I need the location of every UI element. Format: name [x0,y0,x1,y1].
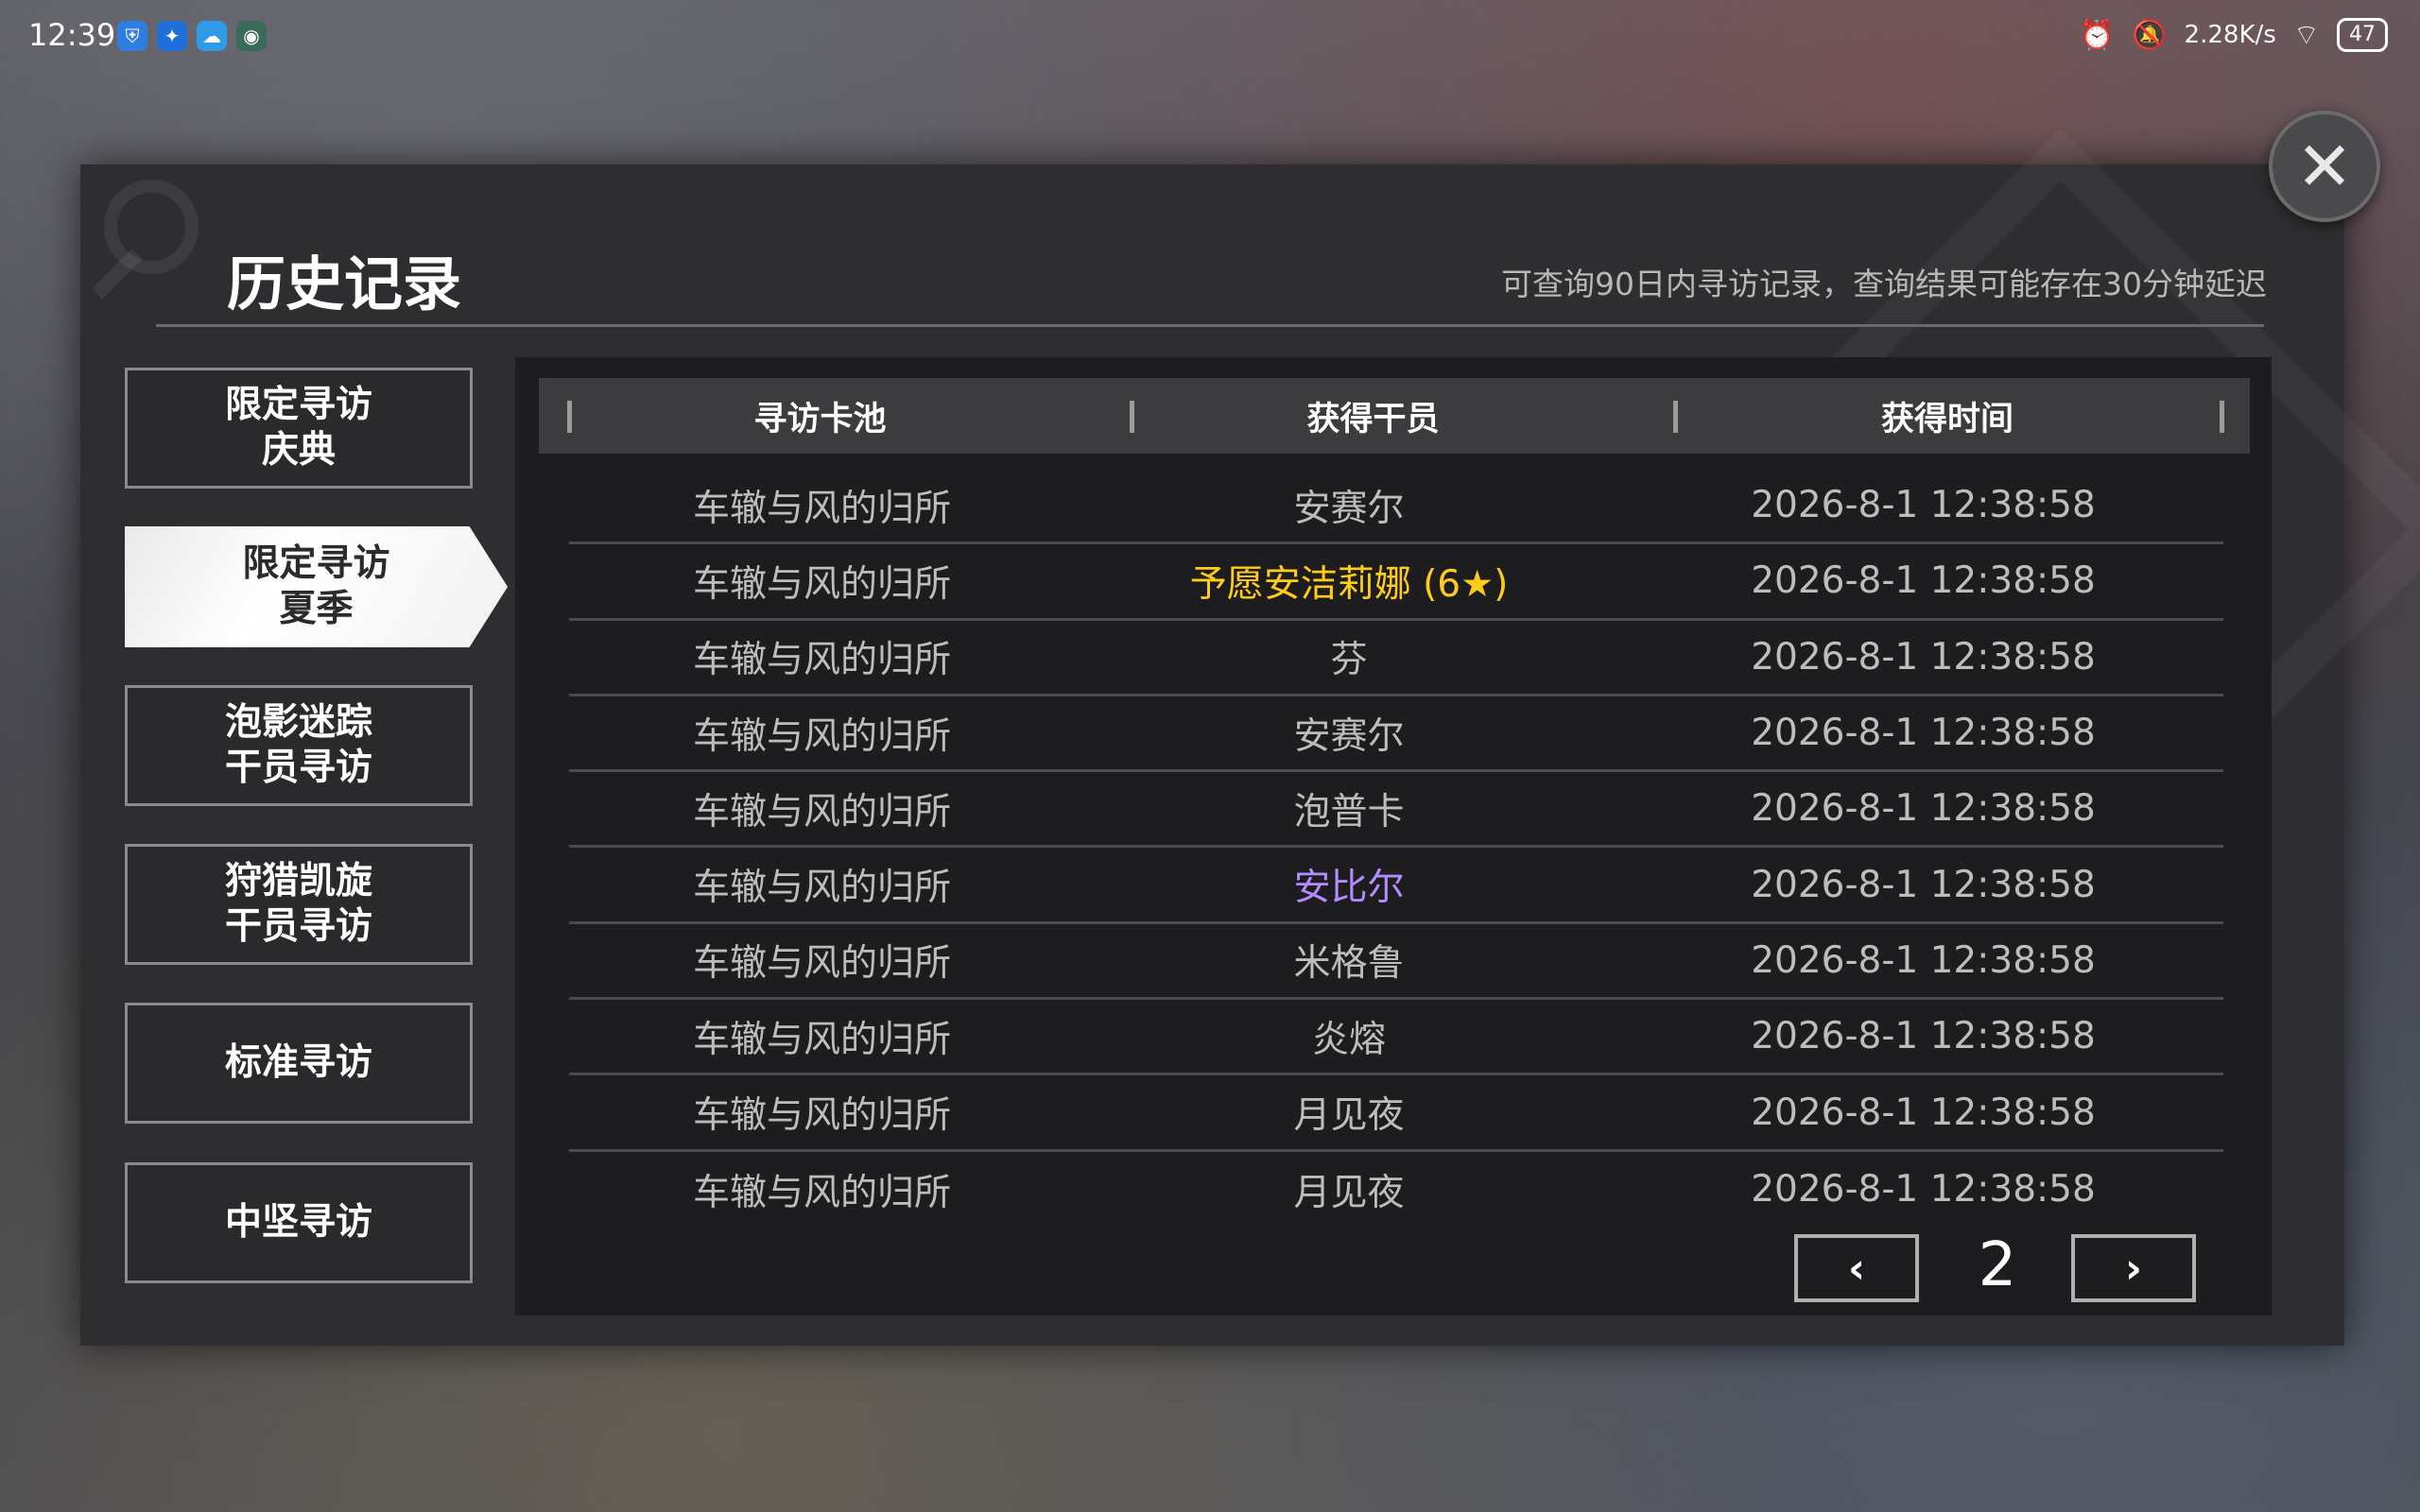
tab-hunt-operator[interactable]: 狩猎凯旋 干员寻访 [125,844,473,965]
cell-pool: 车辙与风的归所 [692,562,951,606]
table-row: 车辙与风的归所 予愿安洁莉娜 (6★) 2026-8-1 12:38:58 [569,544,2223,621]
tab-label-line2: 庆典 [261,429,336,472]
cell-pool: 车辙与风的归所 [692,714,951,758]
cell-operator: 安赛尔 [1293,487,1405,530]
search-icon [104,180,199,274]
tab-standard[interactable]: 标准寻访 [125,1003,473,1124]
next-page-button[interactable]: › [2071,1234,2196,1302]
cell-operator: 米格鲁 [1293,942,1405,986]
battery-icon: 47 [2337,18,2388,52]
tab-label-line1: 狩猎凯旋 [224,860,372,902]
wifi-icon: ⌔ [2292,19,2320,52]
status-time: 12:39 [28,17,116,53]
cell-time: 2026-8-1 12:38:58 [1751,787,2096,831]
cell-time: 2026-8-1 12:38:58 [1751,1091,2096,1134]
cell-time: 2026-8-1 12:38:58 [1751,1015,2096,1058]
cell-time: 2026-8-1 12:38:58 [1751,559,2096,603]
cell-pool: 车辙与风的归所 [692,1094,951,1138]
page-subtitle: 可查询90日内寻访记录，查询结果可能存在30分钟延迟 [1501,266,2267,302]
mute-icon: 🔕 [2132,18,2168,52]
status-bar: 12:39 ⛨ ✦ ☁ ◉ ⏰ 🔕 2.28K/s ⌔ 47 [0,0,2420,76]
cell-pool: 车辙与风的归所 [692,1171,951,1214]
cloud-app-icon: ☁ [197,21,227,51]
tab-label-line1: 标准寻访 [224,1041,372,1084]
cell-pool: 车辙与风的归所 [692,867,951,910]
cell-operator: 芬 [1330,639,1368,682]
cell-operator: 安比尔 [1293,867,1405,910]
tab-label-line2: 夏季 [279,588,354,630]
cell-pool: 车辙与风的归所 [692,942,951,986]
history-table: 寻访卡池 获得干员 获得时间 车辙与风的归所 安赛尔 2026-8-1 12:3… [515,357,2272,1315]
header-separator [2220,401,2224,433]
page-title: 历史记录 [227,249,462,318]
cell-pool: 车辙与风的归所 [692,1018,951,1061]
cell-pool: 车辙与风的归所 [692,487,951,530]
cell-operator: 予愿安洁莉娜 (6★) [1189,562,1509,606]
tab-label-line2: 干员寻访 [224,747,372,789]
tab-label-line1: 限定寻访 [242,542,390,585]
notification-icons: ⛨ ✦ ☁ ◉ [117,21,267,51]
table-row: 车辙与风的归所 安赛尔 2026-8-1 12:38:58 [569,696,2223,773]
table-row: 车辙与风的归所 泡普卡 2026-8-1 12:38:58 [569,772,2223,849]
header-pool: 寻访卡池 [753,400,887,438]
tab-label-line2: 干员寻访 [224,905,372,948]
table-row: 车辙与风的归所 安赛尔 2026-8-1 12:38:58 [569,469,2223,545]
table-row: 车辙与风的归所 米格鲁 2026-8-1 12:38:58 [569,924,2223,1001]
table-row: 车辙与风的归所 安比尔 2026-8-1 12:38:58 [569,848,2223,924]
table-row: 车辙与风的归所 月见夜 2026-8-1 12:38:58 [569,1152,2223,1228]
cell-time: 2026-8-1 12:38:58 [1751,484,2096,527]
close-button[interactable]: ✕ [2269,111,2380,222]
cell-operator: 月见夜 [1293,1171,1405,1214]
chevron-left-icon: ‹ [1847,1244,1866,1293]
tab-label-line1: 泡影迷踪 [224,701,372,744]
tab-limited-celebration[interactable]: 限定寻访 庆典 [125,368,473,489]
cell-operator: 炎熔 [1311,1018,1386,1061]
cell-time: 2026-8-1 12:38:58 [1751,712,2096,755]
prev-page-button[interactable]: ‹ [1794,1234,1919,1302]
title-divider [156,324,2264,327]
table-body: 车辙与风的归所 安赛尔 2026-8-1 12:38:58 车辙与风的归所 予愿… [569,469,2223,1228]
cell-time: 2026-8-1 12:38:58 [1751,1168,2096,1211]
table-row: 车辙与风的归所 炎熔 2026-8-1 12:38:58 [569,1000,2223,1076]
game-app-icon: ◉ [236,21,267,51]
bulb-app-icon: ✦ [157,21,187,51]
alarm-icon: ⏰ [2079,18,2116,52]
pagination: ‹ 2 › [1794,1230,2201,1302]
cell-operator: 月见夜 [1293,1094,1405,1138]
table-row: 车辙与风的归所 月见夜 2026-8-1 12:38:58 [569,1075,2223,1152]
cell-pool: 车辙与风的归所 [692,790,951,833]
header-time: 获得时间 [1880,400,2014,438]
net-speed: 2.28K/s [2184,21,2276,49]
cell-time: 2026-8-1 12:38:58 [1751,635,2096,679]
status-right: ⏰ 🔕 2.28K/s ⌔ 47 [2080,17,2388,53]
tab-label-line1: 中坚寻访 [224,1201,372,1244]
table-header: 寻访卡池 获得干员 获得时间 [539,378,2250,454]
table-row: 车辙与风的归所 芬 2026-8-1 12:38:58 [569,621,2223,696]
tab-label-line1: 限定寻访 [224,384,372,426]
tab-limited-summer[interactable]: 限定寻访 夏季 [125,526,508,647]
cell-operator: 泡普卡 [1293,790,1405,833]
close-icon: ✕ [2295,127,2354,206]
header-operator: 获得干员 [1306,400,1440,438]
shield-app-icon: ⛨ [117,21,147,51]
cell-time: 2026-8-1 12:38:58 [1751,863,2096,906]
cell-pool: 车辙与风的归所 [692,639,951,682]
page-number: 2 [1978,1230,2017,1300]
tab-core[interactable]: 中坚寻访 [125,1162,473,1283]
chevron-right-icon: › [2124,1244,2143,1293]
cell-time: 2026-8-1 12:38:58 [1751,938,2096,982]
cell-operator: 安赛尔 [1293,714,1405,758]
tab-bubble-operator[interactable]: 泡影迷踪 干员寻访 [125,685,473,806]
